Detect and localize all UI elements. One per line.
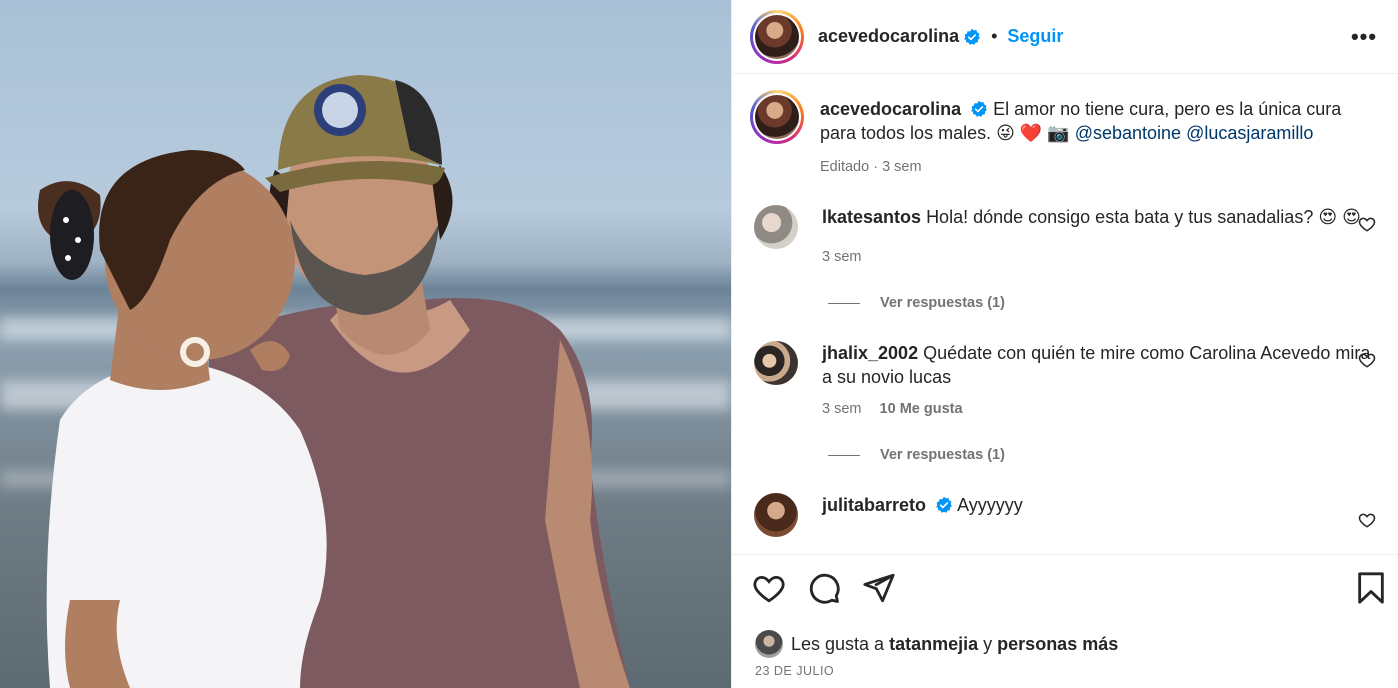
caption: acevedocarolina El amor no tiene cura, p…	[750, 90, 1380, 179]
comment-time: 3 sem	[822, 401, 862, 417]
comment-item: jhalix_2002 Quédate con quién te mire co…	[750, 341, 1380, 421]
comment-item: lkatesantos Hola! dónde consigo esta bat…	[750, 205, 1380, 269]
caption-username[interactable]: acevedocarolina	[820, 99, 961, 119]
author-avatar[interactable]	[750, 9, 804, 64]
comment-time: 3 sem	[822, 249, 862, 265]
like-comment-heart-icon[interactable]	[1358, 351, 1376, 369]
verified-icon	[936, 496, 952, 513]
comment-item: julitabarreto Ayyyyyy	[750, 493, 1380, 537]
view-replies-button[interactable]: Ver respuestas (1)	[828, 447, 1380, 463]
comment-text: Hola! dónde consigo esta bata y tus sana…	[926, 207, 1361, 227]
comment-username[interactable]: julitabarreto	[822, 495, 926, 515]
post-panel: acevedocarolina • Seguir ••• acevedocaro…	[731, 0, 1398, 688]
liker-username[interactable]: tatanmejia	[889, 634, 978, 655]
bookmark-icon[interactable]	[1354, 571, 1388, 605]
heart-icon[interactable]	[752, 571, 786, 605]
post-date[interactable]: 23 DE JULIO	[755, 664, 834, 678]
likes-summary[interactable]: Les gusta a tatanmejia y personas más	[755, 630, 1118, 658]
follow-button[interactable]: Seguir	[1007, 26, 1063, 47]
comments-list[interactable]: acevedocarolina El amor no tiene cura, p…	[732, 74, 1398, 554]
commenter-avatar[interactable]	[754, 493, 798, 537]
commenter-avatar[interactable]	[754, 205, 798, 249]
mention-link[interactable]: @lucasjaramillo	[1186, 123, 1313, 143]
action-bar: Les gusta a tatanmejia y personas más 23…	[732, 554, 1398, 688]
verified-icon	[964, 28, 980, 45]
share-icon[interactable]	[862, 571, 896, 605]
post-photo[interactable]	[0, 0, 731, 688]
likes-others-link[interactable]: personas más	[997, 634, 1118, 655]
comment-username[interactable]: jhalix_2002	[822, 343, 918, 363]
comment-text: Ayyyyyy	[957, 495, 1023, 515]
view-replies-button[interactable]: Ver respuestas (1)	[828, 295, 1380, 311]
comment-likes[interactable]: 10 Me gusta	[880, 401, 963, 417]
caption-meta: Editado · 3 sem	[820, 159, 922, 175]
more-icon[interactable]: •••	[1348, 24, 1380, 50]
like-comment-heart-icon[interactable]	[1358, 215, 1376, 233]
separator: •	[991, 26, 998, 46]
mention-link[interactable]: @sebantoine	[1075, 123, 1181, 143]
like-comment-heart-icon[interactable]	[1358, 511, 1376, 529]
verified-icon	[971, 100, 987, 117]
post-header: acevedocarolina • Seguir •••	[732, 0, 1398, 74]
author-username[interactable]: acevedocarolina	[818, 26, 959, 47]
comment-icon[interactable]	[807, 571, 841, 605]
photo-illustration	[38, 75, 630, 688]
comment-username[interactable]: lkatesantos	[822, 207, 921, 227]
liker-avatar	[755, 630, 783, 658]
commenter-avatar[interactable]	[754, 341, 798, 385]
caption-avatar[interactable]	[750, 90, 804, 144]
